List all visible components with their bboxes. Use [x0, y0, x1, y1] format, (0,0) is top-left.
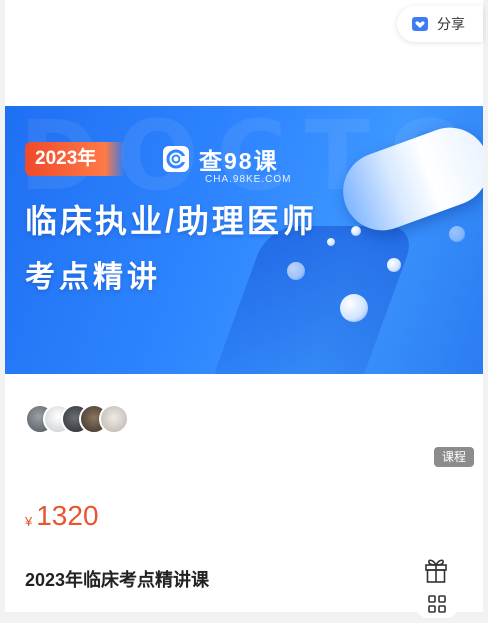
bubble	[449, 226, 465, 242]
brand-logo-icon	[163, 146, 189, 172]
bubble	[287, 262, 305, 280]
bubble	[340, 294, 368, 322]
apps-icon	[428, 595, 446, 613]
price-value: 1320	[36, 500, 99, 531]
course-card: 分享 DOCTOR 2023年 查98课 CHA.98KE.COM 临床执业/助…	[5, 0, 483, 618]
share-label: 分享	[437, 16, 465, 32]
price-currency: ¥	[25, 514, 33, 529]
brand-name: 查98课	[199, 148, 279, 174]
brand-url: CHA.98KE.COM	[205, 174, 292, 185]
bubble	[351, 226, 361, 236]
avatar	[99, 404, 129, 434]
share-icon	[412, 17, 428, 31]
course-banner[interactable]: DOCTOR 2023年 查98课 CHA.98KE.COM 临床执业/助理医师…	[5, 106, 483, 374]
banner-headline: 临床执业/助理医师	[25, 203, 317, 239]
year-badge: 2023年	[25, 142, 125, 176]
gift-button[interactable]	[413, 548, 459, 592]
bubble	[387, 258, 401, 272]
bubble	[327, 238, 335, 246]
banner-subline: 考点精讲	[25, 261, 161, 294]
share-button[interactable]: 分享	[397, 6, 483, 42]
apps-button[interactable]	[417, 588, 457, 618]
course-tag: 课程	[434, 447, 474, 467]
price: ¥1320	[25, 500, 99, 532]
course-title: 2023年临床考点精讲课	[25, 570, 210, 590]
capsule-shadow	[206, 226, 418, 374]
gift-icon	[425, 559, 447, 583]
